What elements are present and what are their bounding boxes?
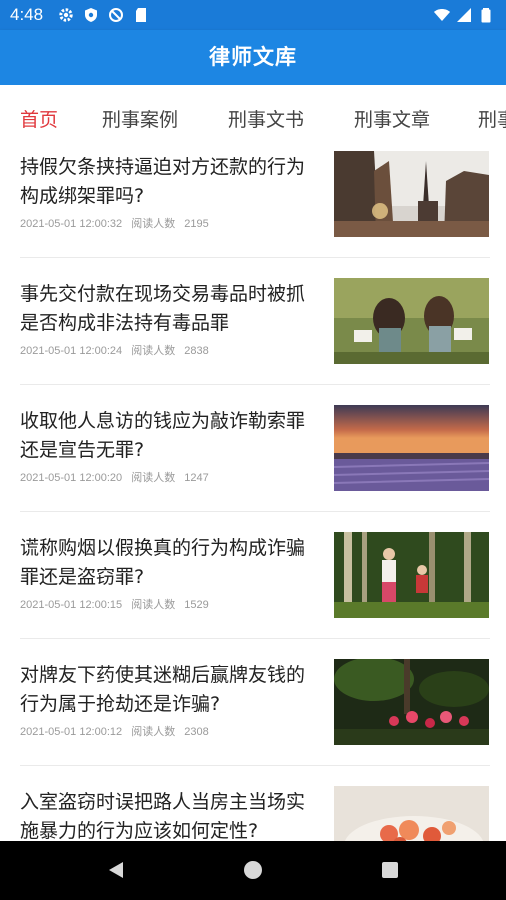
tab-criminal-cases[interactable]: 刑事案例 — [102, 105, 178, 132]
divider — [20, 511, 490, 512]
back-icon — [109, 862, 123, 878]
article-reads-count: 2195 — [184, 218, 209, 230]
article-meta: 2021-05-01 12:00:32 阅读人数 2195 — [20, 215, 215, 231]
article-reads-count: 2838 — [184, 345, 209, 357]
recents-icon — [382, 862, 398, 878]
forest-running-photo — [334, 532, 489, 618]
category-tabs[interactable]: 首页 刑事案例 刑事文书 刑事文章 刑事 — [0, 85, 506, 143]
list-item[interactable]: 收取他人息访的钱应为敲诈勒索罪还是宣告无罪? 2021-05-01 12:00:… — [0, 401, 506, 528]
tab-home[interactable]: 首页 — [20, 105, 58, 132]
sd-card-icon — [136, 8, 146, 22]
home-icon — [244, 861, 262, 879]
article-reads-label: 阅读人数 — [131, 345, 176, 357]
list-item[interactable]: 入室盗窃时误把路人当房主当场实施暴力的行为应该如何定性? — [0, 782, 506, 841]
article-reads-label: 阅读人数 — [131, 599, 176, 611]
article-reads-label: 阅读人数 — [131, 218, 176, 230]
navigation-bar — [0, 841, 506, 900]
article-title: 事先交付款在现场交易毒品时被抓是否构成非法持有毒品罪 — [20, 283, 306, 334]
battery-icon — [481, 8, 491, 23]
app-title: 律师文库 — [209, 45, 297, 69]
article-title: 对牌友下药使其迷糊后赢牌友钱的行为属于抢劫还是诈骗? — [20, 664, 306, 715]
gear-icon — [59, 8, 73, 22]
list-item[interactable]: 持假欠条挟持逼迫对方还款的行为构成绑架罪吗? 2021-05-01 12:00:… — [0, 147, 506, 274]
article-date: 2021-05-01 12:00:20 — [20, 472, 123, 484]
article-reads-label: 阅读人数 — [131, 726, 176, 738]
article-thumbnail — [334, 151, 489, 237]
article-title: 收取他人息访的钱应为敲诈勒索罪还是宣告无罪? — [20, 410, 306, 461]
article-meta: 2021-05-01 12:00:15 阅读人数 1529 — [20, 596, 215, 612]
article-date: 2021-05-01 12:00:32 — [20, 218, 123, 230]
divider — [20, 257, 490, 258]
article-thumbnail — [334, 659, 489, 745]
divider — [20, 384, 490, 385]
divider — [20, 638, 490, 639]
food-dish-photo — [334, 786, 489, 841]
signal-icon — [457, 8, 471, 22]
status-icons-right — [434, 7, 494, 23]
blocked-icon — [109, 8, 123, 22]
city-gothic-photo — [334, 151, 489, 237]
tab-criminal-more[interactable]: 刑事 — [478, 105, 506, 132]
shield-icon — [85, 8, 97, 22]
divider — [20, 765, 490, 766]
article-title: 入室盗窃时误把路人当房主当场实施暴力的行为应该如何定性? — [20, 791, 306, 841]
app-bar: 律师文库 — [0, 30, 506, 85]
article-title: 持假欠条挟持逼迫对方还款的行为构成绑架罪吗? — [20, 156, 306, 207]
home-button[interactable] — [223, 841, 283, 900]
article-thumbnail — [334, 532, 489, 618]
back-button[interactable] — [86, 841, 146, 900]
status-bar: 4:48 — [0, 0, 506, 30]
status-icons-left — [58, 7, 149, 23]
article-thumbnail — [334, 405, 489, 491]
article-date: 2021-05-01 12:00:24 — [20, 345, 123, 357]
article-date: 2021-05-01 12:00:15 — [20, 599, 123, 611]
article-meta: 2021-05-01 12:00:24 阅读人数 2838 — [20, 342, 215, 358]
girls-reading-photo — [334, 278, 489, 364]
list-item[interactable]: 谎称购烟以假换真的行为构成诈骗罪还是盗窃罪? 2021-05-01 12:00:… — [0, 528, 506, 655]
tab-criminal-articles[interactable]: 刑事文章 — [354, 105, 430, 132]
list-item[interactable]: 事先交付款在现场交易毒品时被抓是否构成非法持有毒品罪 2021-05-01 12… — [0, 274, 506, 401]
tab-criminal-documents[interactable]: 刑事文书 — [228, 105, 304, 132]
article-thumbnail — [334, 278, 489, 364]
article-reads-count: 1247 — [184, 472, 209, 484]
article-reads-count: 1529 — [184, 599, 209, 611]
article-thumbnail — [334, 786, 489, 841]
article-title: 谎称购烟以假换真的行为构成诈骗罪还是盗窃罪? — [20, 537, 306, 588]
article-date: 2021-05-01 12:00:12 — [20, 726, 123, 738]
status-time: 4:48 — [10, 5, 44, 24]
article-reads-label: 阅读人数 — [131, 472, 176, 484]
article-meta: 2021-05-01 12:00:20 阅读人数 1247 — [20, 469, 215, 485]
article-list[interactable]: 持假欠条挟持逼迫对方还款的行为构成绑架罪吗? 2021-05-01 12:00:… — [0, 143, 506, 841]
recents-button[interactable] — [360, 841, 420, 900]
wifi-icon — [434, 9, 450, 21]
list-item[interactable]: 对牌友下药使其迷糊后赢牌友钱的行为属于抢劫还是诈骗? 2021-05-01 12… — [0, 655, 506, 782]
article-meta: 2021-05-01 12:00:12 阅读人数 2308 — [20, 723, 215, 739]
red-flowers-photo — [334, 659, 489, 745]
lavender-sunset-photo — [334, 405, 489, 491]
article-reads-count: 2308 — [184, 726, 209, 738]
